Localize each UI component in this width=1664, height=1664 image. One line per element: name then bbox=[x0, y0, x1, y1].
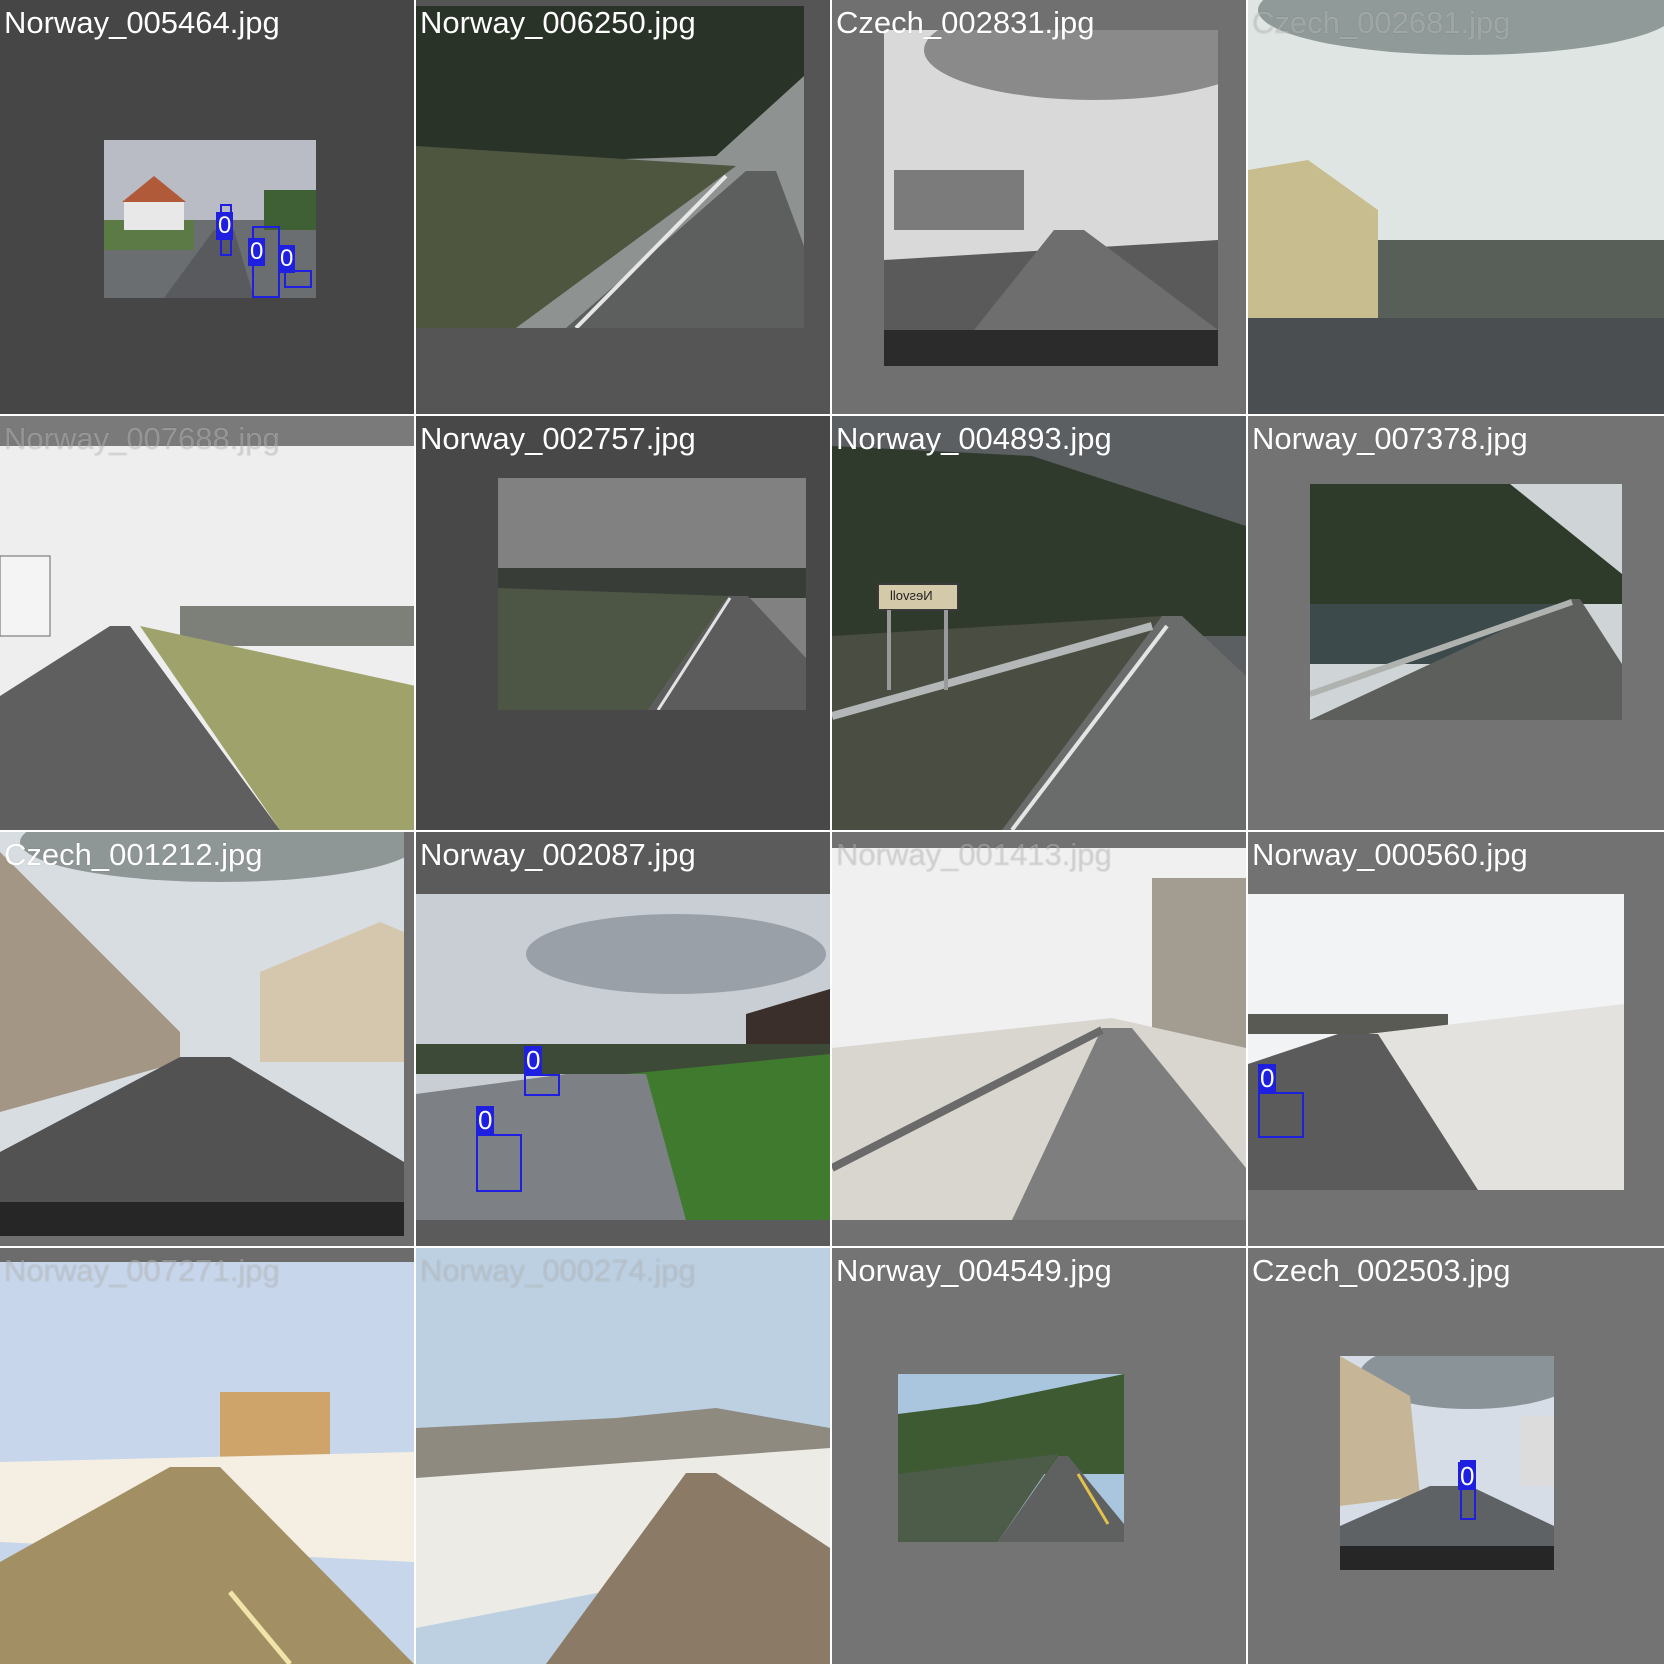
mosaic-tile: Norway_007271.jpg bbox=[0, 1248, 416, 1664]
image-filename-label: Norway_000274.jpg bbox=[420, 1253, 696, 1288]
road-photo bbox=[1340, 1356, 1554, 1570]
road-photo bbox=[898, 1374, 1124, 1542]
detection-class-tag: 0 bbox=[248, 238, 266, 266]
image-filename-label: Czech_002681.jpg bbox=[1252, 5, 1511, 40]
mosaic-tile: 0 Norway_000560.jpg bbox=[1248, 832, 1664, 1248]
road-photo bbox=[1248, 894, 1624, 1190]
image-filename-label: Norway_004893.jpg bbox=[836, 421, 1112, 456]
road-photo bbox=[0, 446, 414, 830]
mosaic-tile: Norway_000274.jpg bbox=[416, 1248, 832, 1664]
mosaic-tile: Norway_001413.jpg bbox=[832, 832, 1248, 1248]
road-photo bbox=[884, 30, 1218, 366]
image-filename-label: Norway_007378.jpg bbox=[1252, 421, 1528, 456]
image-filename-label: Norway_002087.jpg bbox=[420, 837, 696, 872]
road-photo bbox=[1248, 0, 1664, 414]
image-filename-label: Norway_002757.jpg bbox=[420, 421, 696, 456]
mosaic-tile: 0 Czech_002503.jpg bbox=[1248, 1248, 1664, 1664]
detection-class-tag: 0 bbox=[524, 1045, 543, 1075]
mosaic-tile: Norway_006250.jpg bbox=[416, 0, 832, 416]
image-filename-label: Norway_004549.jpg bbox=[836, 1253, 1112, 1288]
mosaic-tile: Norway_007378.jpg bbox=[1248, 416, 1664, 832]
image-filename-label: Norway_006250.jpg bbox=[420, 5, 696, 40]
mosaic-tile: 0 0 0 Norway_005464.jpg bbox=[0, 0, 416, 416]
mosaic-tile: Norway_004549.jpg bbox=[832, 1248, 1248, 1664]
road-photo bbox=[416, 6, 804, 328]
image-filename-label: Norway_007688.jpg bbox=[4, 421, 280, 456]
road-photo bbox=[0, 832, 404, 1236]
detection-class-tag: 0 bbox=[1458, 1461, 1477, 1491]
mosaic-tile: Norway_007688.jpg bbox=[0, 416, 416, 832]
road-photo bbox=[1310, 484, 1622, 720]
image-filename-label: Norway_001413.jpg bbox=[836, 837, 1112, 872]
mosaic-tile: Czech_001212.jpg bbox=[0, 832, 416, 1248]
image-mosaic: 0 0 0 Norway_005464.jpg Norway_006250.jp… bbox=[0, 0, 1664, 1664]
image-filename-label: Czech_002503.jpg bbox=[1252, 1253, 1511, 1288]
road-sign-text: Nesvoll bbox=[890, 588, 933, 603]
detection-class-tag: 0 bbox=[216, 212, 234, 240]
image-filename-label: Norway_005464.jpg bbox=[4, 5, 280, 40]
detection-box bbox=[476, 1134, 522, 1192]
road-photo bbox=[832, 848, 1246, 1220]
road-photo bbox=[0, 1262, 414, 1664]
image-filename-label: Norway_000560.jpg bbox=[1252, 837, 1528, 872]
mosaic-tile: 0 0 Norway_002087.jpg bbox=[416, 832, 832, 1248]
road-photo bbox=[832, 416, 1246, 830]
detection-class-tag: 0 bbox=[476, 1105, 495, 1135]
road-photo bbox=[416, 1248, 830, 1664]
mosaic-tile: Czech_002681.jpg bbox=[1248, 0, 1664, 416]
image-filename-label: Czech_002831.jpg bbox=[836, 5, 1095, 40]
mosaic-tile: Czech_002831.jpg bbox=[832, 0, 1248, 416]
image-filename-label: Norway_007271.jpg bbox=[4, 1253, 280, 1288]
image-filename-label: Czech_001212.jpg bbox=[4, 837, 263, 872]
detection-box bbox=[1258, 1092, 1304, 1138]
mosaic-tile: Nesvoll Norway_004893.jpg bbox=[832, 416, 1248, 832]
detection-class-tag: 0 bbox=[278, 245, 296, 273]
detection-box bbox=[524, 1074, 560, 1096]
mosaic-tile: Norway_002757.jpg bbox=[416, 416, 832, 832]
road-photo bbox=[498, 478, 806, 710]
detection-class-tag: 0 bbox=[1258, 1063, 1277, 1093]
